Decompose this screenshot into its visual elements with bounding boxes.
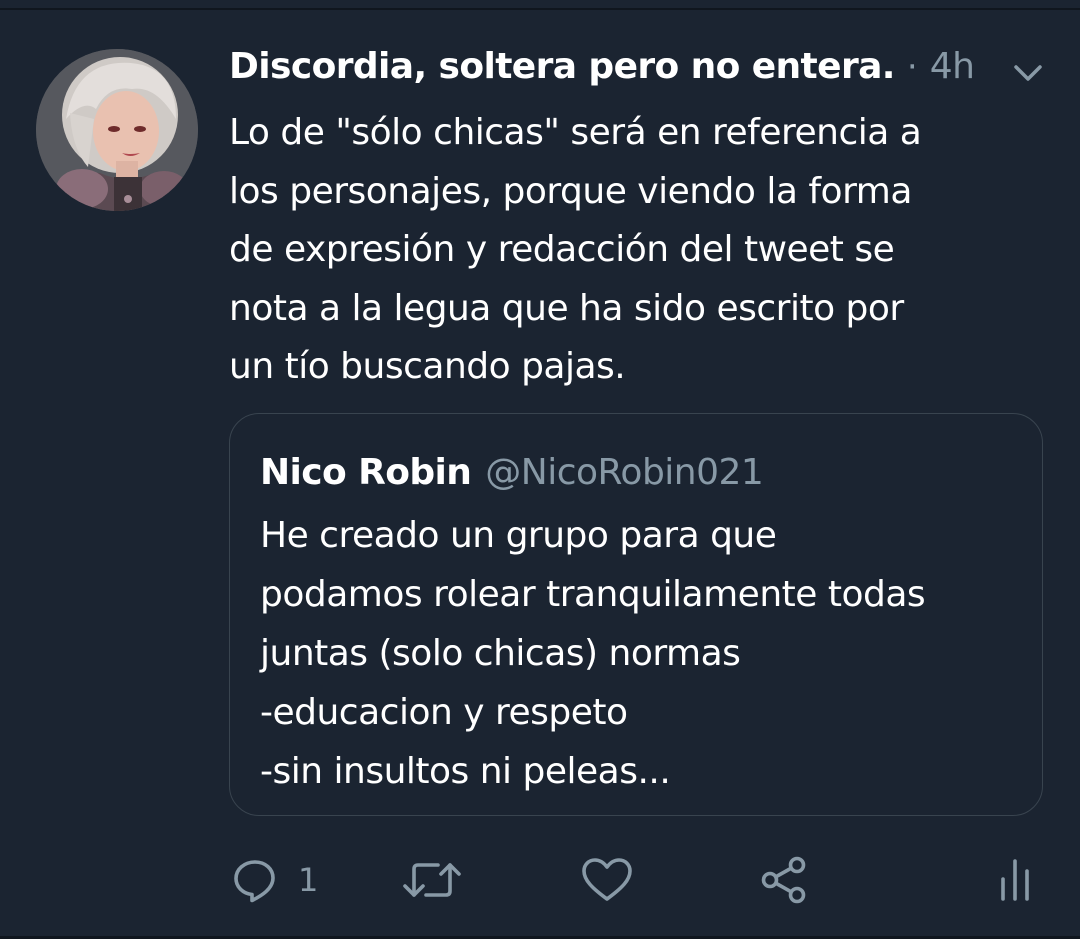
tweet-header: Discordia, soltera pero no entera. · 4h — [229, 46, 975, 96]
reply-count: 1 — [298, 861, 319, 899]
quoted-author-name: Nico Robin — [260, 452, 472, 493]
quoted-text-line: juntas (solo chicas) normas — [260, 633, 741, 674]
quoted-text-line: -educacion y respeto — [260, 692, 628, 733]
tweet-text-line: Lo de "sólo chicas" será en referencia a — [229, 112, 922, 153]
analytics-icon — [1001, 859, 1029, 901]
share-button[interactable] — [760, 850, 810, 910]
tweet-text: Lo de "sólo chicas" será en referencia a… — [229, 104, 1039, 397]
separator-dot: · — [906, 47, 918, 87]
tweet-text-line: un tío buscando pajas. — [229, 346, 626, 387]
tweet-text-line: los personajes, porque viendo la forma — [229, 170, 912, 212]
quoted-tweet-text: He creado un grupo para que podamos role… — [260, 506, 1030, 801]
tweet-text-line: de expresión y redacción del tweet se — [229, 229, 895, 270]
analytics-button[interactable] — [998, 850, 1032, 910]
tweet-text-line: nota a la legua que ha sido escrito por — [229, 287, 904, 329]
quoted-text-line: podamos rolear tranquilamente todas — [260, 574, 926, 615]
avatar[interactable] — [36, 49, 198, 211]
quoted-text-line: -sin insultos ni peleas... — [260, 751, 671, 792]
author-name[interactable]: Discordia, soltera pero no entera. — [229, 46, 895, 87]
tweet[interactable]: Discordia, soltera pero no entera. · 4h … — [0, 0, 1080, 939]
avatar-image — [36, 49, 198, 211]
action-bar: 1 — [0, 850, 1080, 910]
quoted-text-line: He creado un grupo para que — [260, 515, 777, 556]
reply-button[interactable]: 1 — [230, 850, 318, 910]
quoted-author-handle: @NicoRobin021 — [485, 452, 764, 493]
retweet-icon — [403, 863, 461, 897]
reply-icon — [234, 860, 275, 903]
like-button[interactable] — [580, 850, 634, 910]
timestamp[interactable]: 4h — [930, 46, 975, 87]
chevron-down-icon[interactable] — [1012, 62, 1044, 84]
share-icon — [761, 856, 806, 904]
quoted-tweet-card[interactable]: Nico Robin @NicoRobin021 He creado un gr… — [229, 413, 1043, 816]
retweet-button[interactable] — [400, 850, 464, 910]
quoted-tweet-header: Nico Robin @NicoRobin021 — [260, 452, 764, 493]
like-icon — [582, 858, 632, 901]
